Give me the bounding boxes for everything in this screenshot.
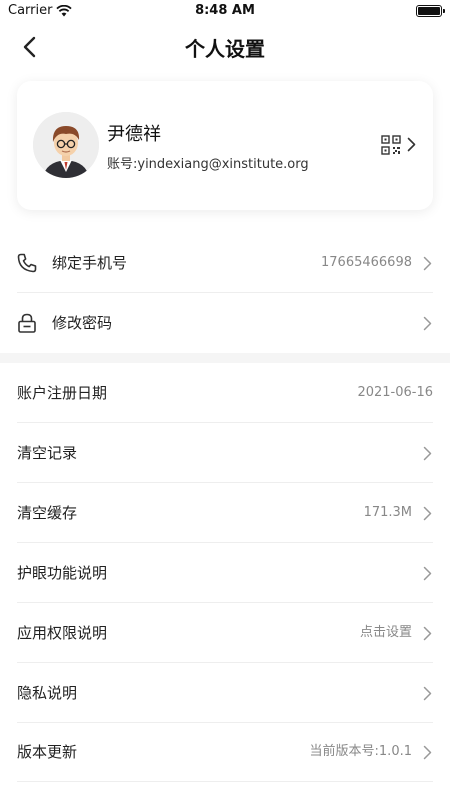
row-label: 清空记录: [17, 444, 78, 462]
chevron-right-icon: [423, 686, 432, 701]
chevron-right-icon: [423, 566, 432, 581]
chevron-right-icon: [423, 446, 432, 461]
row-label: 版本更新: [17, 743, 78, 761]
row-value: 17665466698: [321, 255, 412, 270]
row-value: 171.3M: [363, 505, 412, 520]
clear-records-row[interactable]: 清空记录: [0, 423, 450, 483]
row-label: 护眼功能说明: [17, 564, 108, 582]
change-password-row[interactable]: 修改密码: [0, 293, 450, 353]
row-label: 隐私说明: [17, 684, 78, 702]
row-divider: [17, 781, 433, 782]
row-value: 点击设置: [359, 625, 412, 640]
row-value: 2021-06-16: [357, 385, 433, 400]
chevron-right-icon: [423, 506, 432, 521]
privacy-row[interactable]: 隐私说明: [0, 663, 450, 723]
row-label: 绑定手机号: [52, 254, 128, 272]
version-update-row[interactable]: 版本更新 当前版本号:1.0.1: [0, 722, 450, 782]
profile-card[interactable]: 尹德祥 账号:yindexiang@xinstitute.org: [17, 81, 433, 210]
chevron-right-icon: [423, 256, 432, 271]
battery-icon: [416, 5, 445, 17]
lock-icon: [18, 313, 36, 333]
row-label: 账户注册日期: [17, 384, 108, 402]
register-date-row: 账户注册日期 2021-06-16: [0, 363, 450, 423]
row-label: 清空缓存: [17, 504, 78, 522]
chevron-right-icon: [407, 137, 416, 152]
chevron-right-icon: [423, 316, 432, 331]
chevron-right-icon: [423, 745, 432, 760]
avatar: [33, 112, 99, 178]
eye-care-row[interactable]: 护眼功能说明: [0, 543, 450, 603]
navigation-bar: 个人设置: [0, 24, 450, 70]
status-bar: Carrier 8:48 AM: [0, 0, 450, 24]
row-label: 应用权限说明: [17, 624, 108, 642]
section-divider: [0, 353, 450, 363]
row-label: 修改密码: [52, 314, 113, 332]
status-time: 8:48 AM: [195, 3, 255, 18]
page-title: 个人设置: [185, 37, 265, 61]
row-value: 当前版本号:1.0.1: [309, 744, 412, 759]
clear-cache-row[interactable]: 清空缓存 171.3M: [0, 483, 450, 543]
avatar-image: [33, 112, 99, 178]
bind-phone-row[interactable]: 绑定手机号 17665466698: [0, 233, 450, 293]
qr-code-icon[interactable]: [381, 135, 401, 155]
chevron-right-icon: [423, 626, 432, 641]
app-permissions-row[interactable]: 应用权限说明 点击设置: [0, 603, 450, 663]
user-account: 账号:yindexiang@xinstitute.org: [107, 157, 309, 172]
phone-icon: [17, 253, 37, 273]
user-name: 尹德祥: [107, 124, 161, 145]
